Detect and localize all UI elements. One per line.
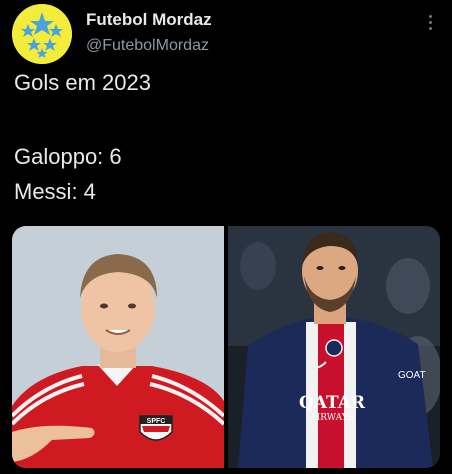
svg-text:QATAR: QATAR	[299, 393, 366, 413]
svg-text:GOAT: GOAT	[398, 370, 426, 381]
avatar[interactable]	[12, 4, 72, 64]
galoppo-photo[interactable]: SPFC adidas	[12, 226, 226, 468]
messi-photo[interactable]: QATAR AIRWAYS GOAT	[228, 226, 440, 468]
star-badge-icon	[12, 4, 72, 64]
media-divider	[224, 226, 228, 468]
svg-text:SPFC: SPFC	[147, 418, 166, 425]
tweet-text-line-3: Messi: 4	[14, 179, 96, 204]
tweet-card[interactable]: Futebol Mordaz @FutebolMordaz Gols em 20…	[0, 0, 452, 474]
author-display-name[interactable]: Futebol Mordaz	[86, 10, 212, 30]
tweet-media[interactable]: SPFC adidas	[12, 226, 440, 468]
svg-text:AIRWAYS: AIRWAYS	[309, 413, 354, 423]
author-handle[interactable]: @FutebolMordaz	[86, 37, 209, 55]
tweet-text-line-2: Galoppo: 6	[14, 144, 122, 169]
spfc-badge: SPFC	[139, 415, 173, 441]
tweet-text-line-1: Gols em 2023	[14, 70, 151, 95]
more-options-icon[interactable]	[420, 10, 440, 34]
